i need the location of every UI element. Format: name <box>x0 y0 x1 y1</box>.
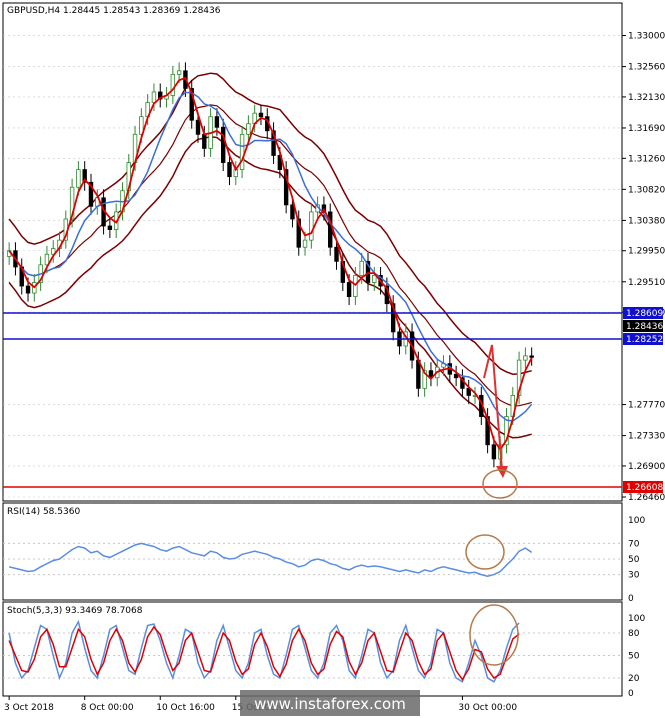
price-tick-label: 1.31260 <box>628 154 665 164</box>
price-tick-label: 1.32560 <box>628 63 665 73</box>
stoch-panel-frame <box>2 601 623 697</box>
candle-body <box>176 70 182 75</box>
stoch-level-label: 0 <box>628 689 634 699</box>
candle-body <box>258 112 264 118</box>
resistance-top-value: 1.28609 <box>626 309 663 319</box>
rsi-title: RSI(14) 58.5360 <box>7 507 80 517</box>
candle-body <box>246 123 251 135</box>
chart-title: GBPUSD,H4 1.28445 1.28543 1.28369 1.2843… <box>7 6 221 16</box>
price-tick-label: 1.32130 <box>628 93 665 103</box>
candle-body <box>302 239 308 248</box>
price-tick-label: 1.27770 <box>628 401 665 411</box>
candle-body <box>202 133 207 149</box>
candle-body <box>529 355 534 358</box>
ma-slow-line <box>8 91 533 422</box>
time-tick-label: 30 Oct 00:00 <box>458 703 517 713</box>
price-tick-label: 1.30380 <box>628 216 665 226</box>
price-tick-label: 1.27330 <box>628 432 665 442</box>
price-tick-label: 1.30820 <box>628 185 665 195</box>
price-tick-label: 1.26900 <box>628 462 665 472</box>
target-value: 1.26608 <box>626 483 663 493</box>
candle-body <box>523 355 528 361</box>
candle-body <box>372 275 377 283</box>
candle-body <box>170 73 176 96</box>
price-tick-label: 1.29510 <box>628 278 665 288</box>
candle-body <box>346 282 352 298</box>
chart-window: GBPUSD,H4 1.28445 1.28543 1.28369 1.2843… <box>0 0 665 718</box>
candle-body <box>290 204 295 220</box>
price-axis: 1.33000 1.32560 1.32130 1.31690 1.31260 1.308… <box>622 32 665 503</box>
rsi-axis: 100 70 50 30 0 <box>628 516 645 604</box>
candle-body <box>309 211 314 241</box>
rsi-indicator <box>3 542 622 577</box>
rsi-level-label: 50 <box>628 555 640 565</box>
candle-body <box>25 285 31 294</box>
bollinger-middle <box>8 104 532 407</box>
price-tick-label: 1.33000 <box>628 32 665 42</box>
price-tick-label: 1.29950 <box>628 247 665 257</box>
ma-fast-line <box>8 76 533 452</box>
stoch-indicator <box>3 619 622 683</box>
candle-body <box>359 260 364 276</box>
candle-body <box>195 119 201 135</box>
resistance-low-value: 1.28252 <box>626 335 663 345</box>
rsi-level-label: 0 <box>628 594 634 604</box>
price-tick-label: 1.31690 <box>628 124 665 134</box>
stoch-level-label: 20 <box>628 674 640 684</box>
stoch-level-label: 100 <box>628 614 645 624</box>
stoch-level-label: 50 <box>628 652 640 662</box>
stoch-axis: 100 80 50 20 0 <box>628 614 645 699</box>
rsi-line <box>8 542 533 577</box>
candle-body <box>239 133 245 170</box>
candlesticks <box>6 62 534 468</box>
time-tick-label: 10 Oct 16:00 <box>156 703 215 713</box>
rsi-circle <box>465 534 505 570</box>
price-tick-label: 1.26460 <box>628 493 665 503</box>
grid <box>3 35 622 498</box>
candle-body <box>220 126 226 163</box>
candle-body <box>151 91 157 103</box>
candle-body <box>214 116 220 128</box>
arrow-head-icon <box>496 466 508 478</box>
moving-averages <box>8 76 533 452</box>
bollinger-upper <box>8 72 532 375</box>
rsi-level-label: 30 <box>628 571 640 581</box>
stoch-level-label: 80 <box>628 629 640 639</box>
chart-canvas: GBPUSD,H4 1.28445 1.28543 1.28369 1.2843… <box>2 2 665 716</box>
rsi-level-label: 70 <box>628 539 640 549</box>
candle-body <box>353 275 358 298</box>
stoch-main-line <box>8 619 520 683</box>
watermark: www.instaforex.com <box>254 695 406 713</box>
candle-body <box>491 444 497 460</box>
time-tick-label: 8 Oct 00:00 <box>81 703 134 713</box>
main-panel-frame <box>2 2 623 502</box>
candle-body <box>227 162 232 178</box>
candle-body <box>76 169 81 188</box>
current-price-value: 1.28436 <box>626 322 663 332</box>
time-tick-label: 3 Oct 2018 <box>4 703 54 713</box>
rsi-level-label: 100 <box>628 516 645 526</box>
candle-body <box>107 225 113 230</box>
target-circle <box>482 469 518 499</box>
candle-body <box>334 246 339 262</box>
stoch-title: Stoch(5,3,3) 93.3469 78.7068 <box>7 606 143 616</box>
